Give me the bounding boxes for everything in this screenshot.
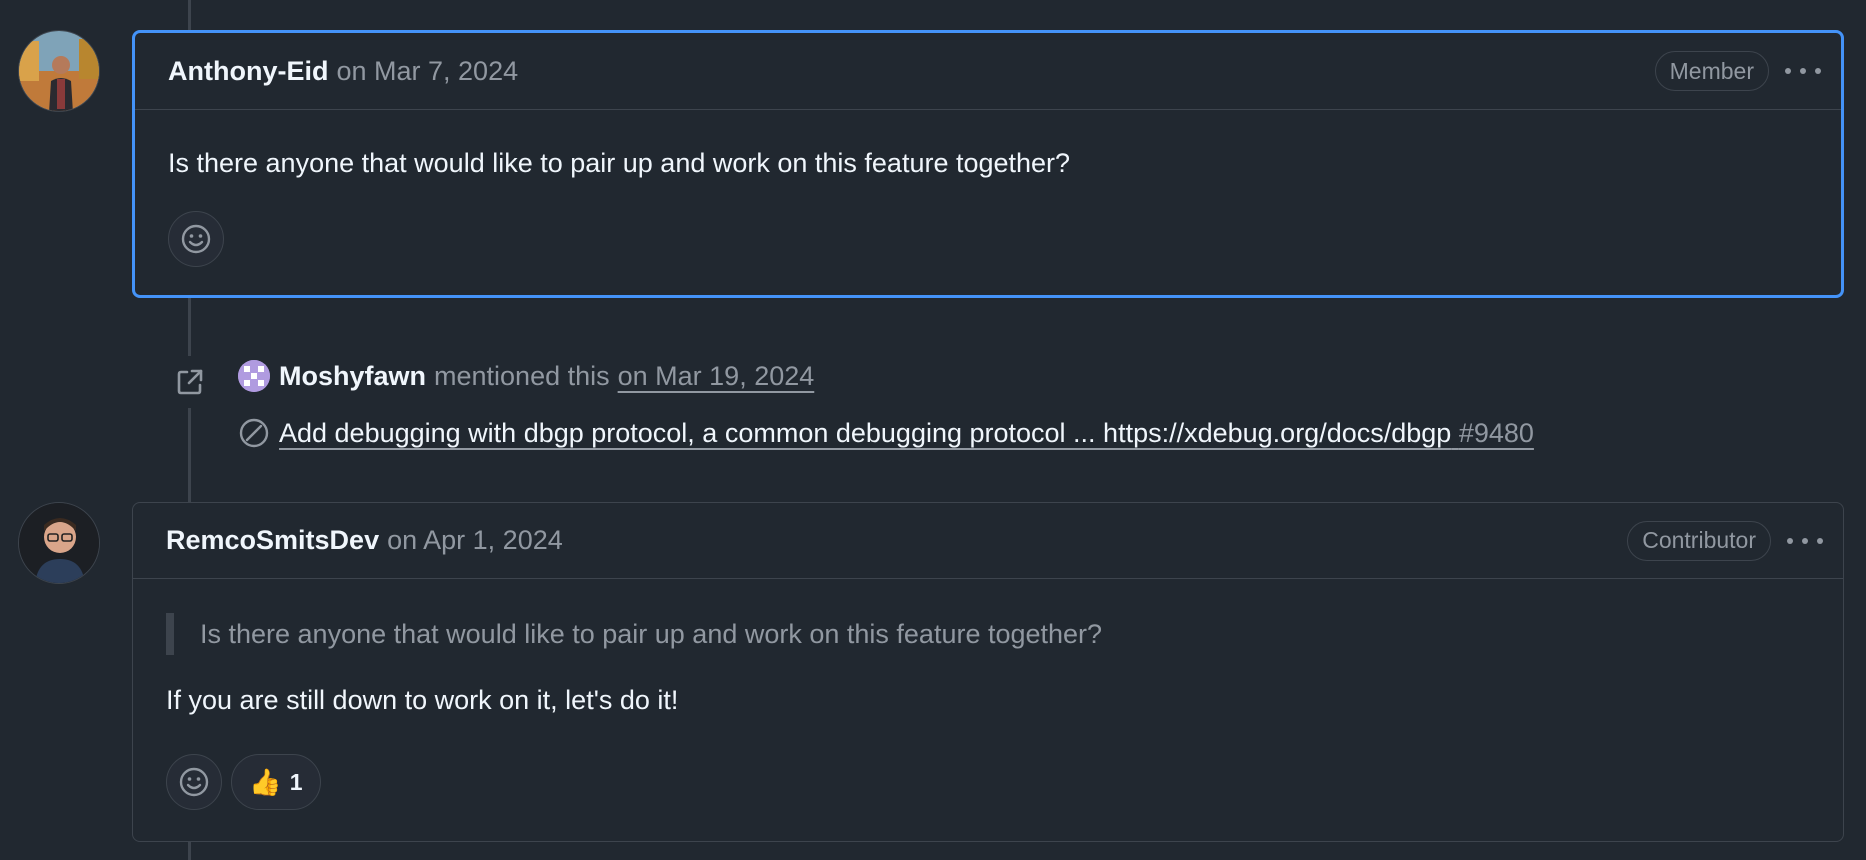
add-reaction-button[interactable] (168, 211, 224, 267)
smiley-icon (181, 224, 211, 254)
mentioned-issue-link[interactable]: Add debugging with dbgp protocol, a comm… (279, 418, 1534, 449)
link-external-icon (177, 369, 203, 395)
mention-date-link[interactable]: on Mar 19, 2024 (618, 361, 815, 392)
comment-date[interactable]: on Apr 1, 2024 (387, 525, 563, 556)
mention-user[interactable]: Moshyfawn (279, 361, 426, 392)
comment-header: Anthony-Eid on Mar 7, 2024 Member (135, 33, 1841, 110)
kebab-horizontal-icon[interactable] (1787, 531, 1823, 551)
comment-card: Anthony-Eid on Mar 7, 2024 Member Is the… (132, 30, 1844, 298)
comment-author[interactable]: Anthony-Eid (168, 56, 328, 87)
thumbs-up-reaction-button[interactable]: 👍 1 (231, 754, 321, 810)
comment-body: Is there anyone that would like to pair … (135, 110, 1841, 179)
comment-card: RemcoSmitsDev on Apr 1, 2024 Contributor… (132, 502, 1844, 842)
event-badge (164, 356, 216, 408)
comment-header: RemcoSmitsDev on Apr 1, 2024 Contributor (133, 503, 1843, 579)
comment-quote: Is there anyone that would like to pair … (166, 613, 1810, 655)
role-badge: Contributor (1627, 520, 1771, 561)
issue-closed-skip-icon (239, 418, 269, 448)
role-badge: Member (1654, 51, 1769, 91)
thumbs-up-icon: 👍 (249, 766, 282, 797)
timeline-line (188, 842, 191, 860)
smiley-icon (179, 767, 209, 797)
comment-text: Is there anyone that would like to pair … (168, 148, 1071, 178)
timeline-line (188, 0, 191, 30)
comment-author[interactable]: RemcoSmitsDev (166, 525, 379, 556)
avatar-image (19, 503, 99, 583)
avatar-remcosmitsdev[interactable] (18, 502, 100, 584)
mention-user-avatar[interactable] (238, 360, 270, 392)
add-reaction-button[interactable] (166, 754, 222, 810)
comment-date[interactable]: on Mar 7, 2024 (336, 56, 518, 87)
issue-number: #9480 (1458, 417, 1534, 448)
comment-body: Is there anyone that would like to pair … (133, 579, 1843, 716)
reaction-count: 1 (289, 768, 303, 795)
kebab-horizontal-icon[interactable] (1785, 61, 1821, 81)
mention-action: mentioned this (434, 360, 610, 391)
avatar-anthony-eid[interactable] (18, 30, 100, 112)
mention-event-line: Moshyfawn mentioned this on Mar 19, 2024 (238, 356, 814, 396)
issue-title: Add debugging with dbgp protocol, a comm… (279, 417, 1452, 448)
mentioned-issue-line: Add debugging with dbgp protocol, a comm… (238, 413, 1534, 453)
comment-text: If you are still down to work on it, let… (166, 685, 679, 715)
avatar-image (19, 31, 99, 111)
identicon (238, 360, 270, 392)
